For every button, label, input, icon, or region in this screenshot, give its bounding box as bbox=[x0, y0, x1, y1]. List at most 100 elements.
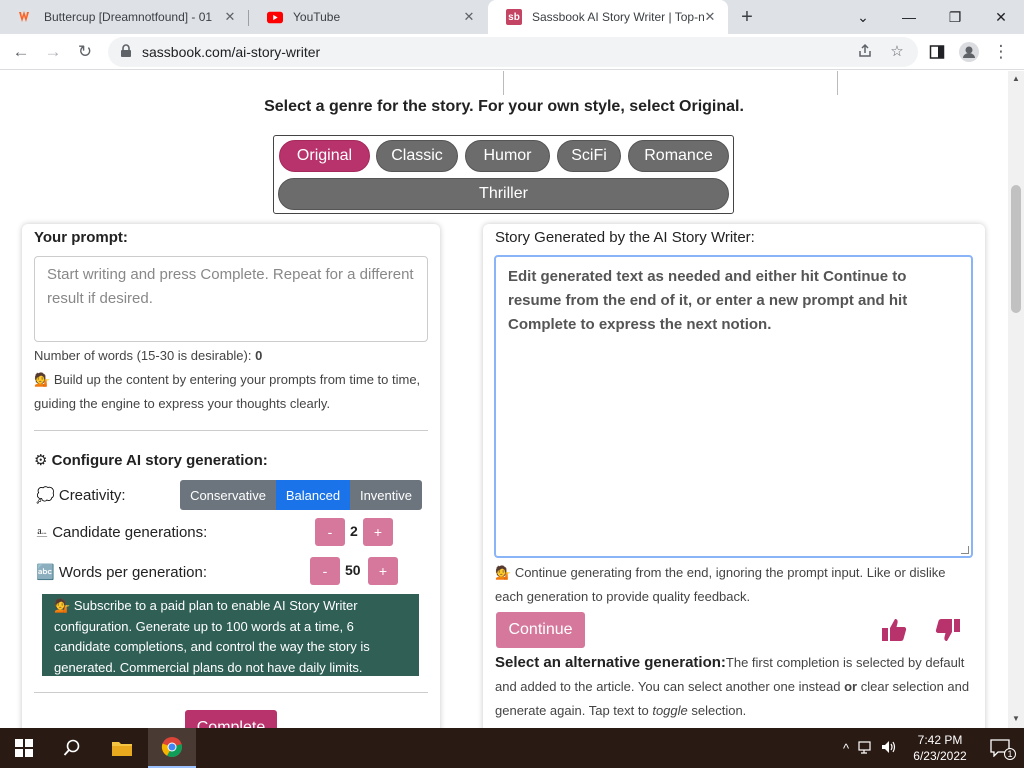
creativity-balanced-button[interactable]: Balanced bbox=[276, 480, 350, 510]
config-title: ⚙ Configure AI story generation: bbox=[34, 451, 268, 469]
wattpad-icon bbox=[18, 9, 34, 25]
genre-original-button[interactable]: Original bbox=[279, 140, 370, 172]
creativity-label-text: Creativity: bbox=[58, 487, 126, 504]
continue-tip-text: Continue generating from the end, ignori… bbox=[495, 565, 946, 604]
close-tab-icon[interactable]: ✕ bbox=[702, 9, 718, 25]
tab-buttercup[interactable]: Buttercup [Dreamnotfound] - 01 ✕ bbox=[0, 0, 248, 34]
candidates-icon: ⎁ bbox=[36, 524, 49, 541]
reload-button[interactable]: ↻ bbox=[72, 39, 98, 65]
story-placeholder: Edit generated text as needed and either… bbox=[508, 268, 908, 333]
profile-avatar[interactable] bbox=[956, 39, 982, 65]
scrollbar-thumb[interactable] bbox=[1011, 185, 1021, 313]
candidates-value: 2 bbox=[350, 523, 358, 539]
restore-button[interactable]: ❐ bbox=[932, 0, 978, 34]
words-label-text: Words per generation: bbox=[58, 564, 207, 581]
story-output-textarea[interactable]: Edit generated text as needed and either… bbox=[494, 255, 973, 558]
clock-date: 6/23/2022 bbox=[913, 749, 967, 763]
url-text: sassbook.com/ai-story-writer bbox=[142, 44, 321, 60]
prompt-tip: 💁 Build up the content by entering your … bbox=[34, 368, 434, 416]
prompt-input[interactable]: Start writing and press Complete. Repeat… bbox=[34, 256, 428, 342]
network-icon[interactable] bbox=[854, 740, 878, 757]
tab-sassbook[interactable]: sb Sassbook AI Story Writer | Top-n ✕ bbox=[488, 0, 728, 34]
divider bbox=[34, 430, 428, 431]
back-button[interactable]: ← bbox=[8, 39, 34, 65]
file-explorer-icon[interactable] bbox=[98, 728, 146, 768]
tip-emoji-icon: 💁 bbox=[34, 372, 51, 387]
forward-button[interactable]: → bbox=[40, 39, 66, 65]
divider bbox=[503, 71, 504, 95]
words-increment-button[interactable]: + bbox=[368, 557, 398, 585]
clock[interactable]: 7:42 PM 6/23/2022 bbox=[904, 732, 976, 764]
tab-strip: Buttercup [Dreamnotfound] - 01 ✕ YouTube… bbox=[0, 0, 1024, 34]
continue-button[interactable]: Continue bbox=[496, 612, 585, 648]
config-title-text: Configure AI story generation: bbox=[51, 452, 268, 469]
genre-romance-button[interactable]: Romance bbox=[628, 140, 729, 172]
chrome-taskbar-icon[interactable] bbox=[148, 728, 196, 768]
word-count: Number of words (15-30 is desirable): 0 bbox=[34, 344, 262, 368]
page-viewport: Select a genre for the story. For your o… bbox=[0, 71, 1008, 728]
sidebar-icon[interactable] bbox=[924, 39, 950, 65]
gear-icon: ⚙ bbox=[34, 452, 48, 469]
system-tray: ^ bbox=[838, 728, 900, 768]
sassbook-icon: sb bbox=[506, 9, 522, 25]
notification-icon[interactable]: 1 bbox=[976, 728, 1024, 768]
candidates-increment-button[interactable]: + bbox=[363, 518, 393, 546]
genre-classic-button[interactable]: Classic bbox=[376, 140, 458, 172]
search-icon[interactable] bbox=[48, 728, 96, 768]
genre-selector: Original Classic Humor SciFi Romance Thr… bbox=[273, 135, 734, 214]
alternative-generation: Select an alternative generation:The fir… bbox=[495, 651, 975, 723]
alt-text: selection. bbox=[687, 703, 747, 718]
tab-search-icon[interactable]: ⌄ bbox=[840, 0, 886, 34]
thumbs-down-icon[interactable] bbox=[934, 616, 962, 644]
clock-time: 7:42 PM bbox=[917, 733, 963, 747]
new-tab-button[interactable]: + bbox=[736, 6, 758, 28]
tip-emoji-icon: 💁 bbox=[495, 565, 512, 580]
creativity-selector: Conservative Balanced Inventive bbox=[180, 480, 422, 510]
candidates-label-text: Candidate generations: bbox=[52, 524, 208, 541]
words-value: 50 bbox=[345, 562, 361, 578]
alt-toggle: toggle bbox=[652, 703, 688, 718]
creativity-conservative-button[interactable]: Conservative bbox=[180, 480, 276, 510]
youtube-icon bbox=[267, 9, 283, 25]
speech-bubble-icon: 💭 bbox=[36, 487, 55, 504]
notice-emoji-icon: 💁 bbox=[54, 598, 71, 613]
genre-scifi-button[interactable]: SciFi bbox=[557, 140, 621, 172]
alt-title: Select an alternative generation: bbox=[495, 654, 726, 671]
share-icon[interactable] bbox=[856, 43, 874, 61]
thumbs-up-icon[interactable] bbox=[880, 616, 908, 644]
tab-title: YouTube bbox=[293, 10, 341, 24]
chevron-up-icon[interactable]: ^ bbox=[838, 741, 854, 756]
prompt-label: Your prompt: bbox=[34, 229, 128, 246]
scroll-up-icon[interactable]: ▲ bbox=[1012, 74, 1020, 83]
story-label: Story Generated by the AI Story Writer: bbox=[495, 229, 755, 246]
tab-title: Buttercup [Dreamnotfound] - 01 bbox=[44, 10, 213, 24]
scroll-down-icon[interactable]: ▼ bbox=[1012, 714, 1020, 723]
page-scrollbar[interactable]: ▲ ▼ bbox=[1008, 71, 1024, 728]
chrome-menu-icon[interactable]: ⋮ bbox=[988, 39, 1014, 65]
creativity-inventive-button[interactable]: Inventive bbox=[350, 480, 422, 510]
address-bar[interactable]: sassbook.com/ai-story-writer ☆ bbox=[108, 37, 918, 67]
letters-icon: 🔤 bbox=[36, 564, 55, 581]
alt-or: or bbox=[844, 679, 858, 694]
minimize-button[interactable]: — bbox=[886, 0, 932, 34]
close-window-button[interactable]: ✕ bbox=[978, 0, 1024, 34]
screen: Buttercup [Dreamnotfound] - 01 ✕ YouTube… bbox=[0, 0, 1024, 768]
volume-icon[interactable] bbox=[878, 740, 900, 757]
lock-icon bbox=[120, 44, 134, 60]
subscription-notice: 💁 Subscribe to a paid plan to enable AI … bbox=[42, 594, 419, 676]
genre-thriller-button[interactable]: Thriller bbox=[278, 178, 729, 210]
windows-start-icon[interactable] bbox=[0, 728, 48, 768]
genre-humor-button[interactable]: Humor bbox=[465, 140, 550, 172]
browser-toolbar: ← → ↻ sassbook.com/ai-story-writer ☆ ⋮ bbox=[0, 34, 1024, 70]
close-tab-icon[interactable]: ✕ bbox=[222, 9, 238, 25]
bookmark-star-icon[interactable]: ☆ bbox=[888, 43, 906, 61]
close-tab-icon[interactable]: ✕ bbox=[461, 9, 477, 25]
windows-taskbar: ^ 7:42 PM 6/23/2022 1 bbox=[0, 728, 1024, 768]
complete-button[interactable]: Complete bbox=[185, 710, 277, 728]
tab-youtube[interactable]: YouTube ✕ bbox=[249, 0, 487, 34]
divider bbox=[837, 71, 838, 95]
candidates-decrement-button[interactable]: - bbox=[315, 518, 345, 546]
creativity-label: 💭 Creativity: bbox=[36, 486, 126, 504]
resize-handle[interactable] bbox=[961, 546, 969, 554]
words-decrement-button[interactable]: - bbox=[310, 557, 340, 585]
